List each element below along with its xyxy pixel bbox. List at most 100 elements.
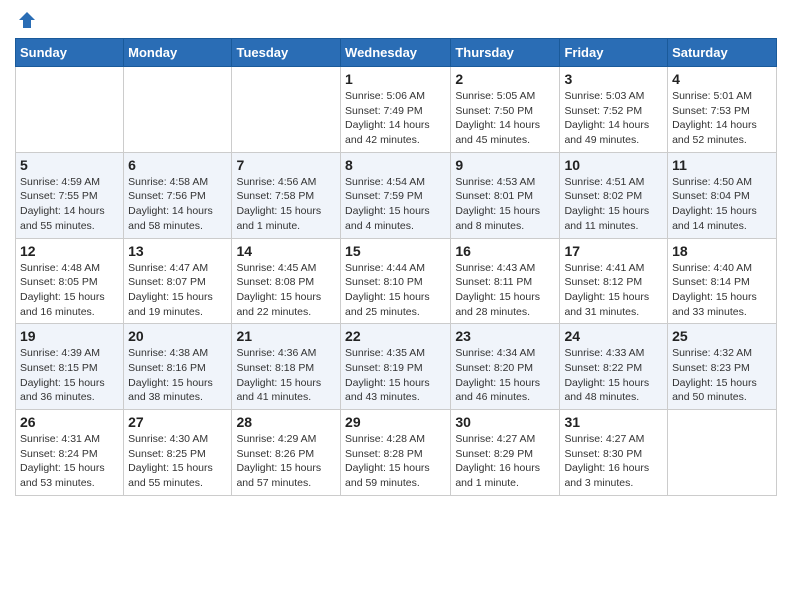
day-info: Sunrise: 5:01 AM Sunset: 7:53 PM Dayligh… (672, 89, 772, 148)
day-info: Sunrise: 4:38 AM Sunset: 8:16 PM Dayligh… (128, 346, 227, 405)
day-number: 11 (672, 157, 772, 173)
calendar-cell: 14Sunrise: 4:45 AM Sunset: 8:08 PM Dayli… (232, 238, 341, 324)
day-info: Sunrise: 4:27 AM Sunset: 8:30 PM Dayligh… (564, 432, 663, 491)
calendar-cell: 18 Sunrise: 4:40 AM Sunset: 8:14 PM Dayli… (668, 238, 777, 324)
day-number: 14 (236, 243, 336, 259)
calendar-cell (16, 67, 124, 153)
day-number: 10 (564, 157, 663, 173)
week-row-1: 5 Sunrise: 4:59 AM Sunset: 7:55 PM Daylig… (16, 152, 777, 238)
day-number: 16 (455, 243, 555, 259)
col-header-saturday: Saturday (668, 39, 777, 67)
day-info: Sunrise: 4:50 AM Sunset: 8:04 PM Dayligh… (672, 175, 772, 234)
calendar-body: 1 Sunrise: 5:06 AM Sunset: 7:49 PM Daylig… (16, 67, 777, 496)
col-header-wednesday: Wednesday (341, 39, 451, 67)
day-number: 29 (345, 414, 446, 430)
day-number: 9 (455, 157, 555, 173)
day-number: 17 (564, 243, 663, 259)
day-info: Sunrise: 4:58 AM Sunset: 7:56 PM Dayligh… (128, 175, 227, 234)
day-info: Sunrise: 4:48 AM Sunset: 8:05 PM Dayligh… (20, 261, 119, 320)
day-number: 1 (345, 71, 446, 87)
calendar-cell: 15 Sunrise: 4:44 AM Sunset: 8:10 PM Dayli… (341, 238, 451, 324)
header (15, 10, 777, 30)
calendar-cell: 12 Sunrise: 4:48 AM Sunset: 8:05 PM Dayli… (16, 238, 124, 324)
day-info: Sunrise: 4:44 AM Sunset: 8:10 PM Dayligh… (345, 261, 446, 320)
day-info: Sunrise: 4:54 AM Sunset: 7:59 PM Dayligh… (345, 175, 446, 234)
calendar-cell: 27 Sunrise: 4:30 AM Sunset: 8:25 PM Dayli… (124, 410, 232, 496)
day-number: 20 (128, 328, 227, 344)
day-info: Sunrise: 4:41 AM Sunset: 8:12 PM Dayligh… (564, 261, 663, 320)
col-header-sunday: Sunday (16, 39, 124, 67)
day-info: Sunrise: 4:29 AM Sunset: 8:26 PM Dayligh… (236, 432, 336, 491)
calendar-cell: 2 Sunrise: 5:05 AM Sunset: 7:50 PM Daylig… (451, 67, 560, 153)
calendar-cell: 16 Sunrise: 4:43 AM Sunset: 8:11 PM Dayli… (451, 238, 560, 324)
calendar-cell: 7 Sunrise: 4:56 AM Sunset: 7:58 PM Daylig… (232, 152, 341, 238)
day-number: 21 (236, 328, 336, 344)
calendar-header: SundayMondayTuesdayWednesdayThursdayFrid… (16, 39, 777, 67)
day-info: Sunrise: 4:51 AM Sunset: 8:02 PM Dayligh… (564, 175, 663, 234)
week-row-3: 19Sunrise: 4:39 AM Sunset: 8:15 PM Dayli… (16, 324, 777, 410)
calendar-cell: 1 Sunrise: 5:06 AM Sunset: 7:49 PM Daylig… (341, 67, 451, 153)
calendar-cell: 31 Sunrise: 4:27 AM Sunset: 8:30 PM Dayli… (560, 410, 668, 496)
day-info: Sunrise: 5:06 AM Sunset: 7:49 PM Dayligh… (345, 89, 446, 148)
day-info: Sunrise: 4:47 AM Sunset: 8:07 PM Dayligh… (128, 261, 227, 320)
calendar-cell: 4 Sunrise: 5:01 AM Sunset: 7:53 PM Daylig… (668, 67, 777, 153)
day-info: Sunrise: 4:35 AM Sunset: 8:19 PM Dayligh… (345, 346, 446, 405)
day-info: Sunrise: 4:31 AM Sunset: 8:24 PM Dayligh… (20, 432, 119, 491)
calendar-cell: 29 Sunrise: 4:28 AM Sunset: 8:28 PM Dayli… (341, 410, 451, 496)
day-info: Sunrise: 4:34 AM Sunset: 8:20 PM Dayligh… (455, 346, 555, 405)
day-info: Sunrise: 4:27 AM Sunset: 8:29 PM Dayligh… (455, 432, 555, 491)
calendar-cell: 8Sunrise: 4:54 AM Sunset: 7:59 PM Daylig… (341, 152, 451, 238)
logo-icon (17, 10, 37, 30)
calendar-cell: 30 Sunrise: 4:27 AM Sunset: 8:29 PM Dayli… (451, 410, 560, 496)
day-info: Sunrise: 4:30 AM Sunset: 8:25 PM Dayligh… (128, 432, 227, 491)
day-number: 23 (455, 328, 555, 344)
day-info: Sunrise: 4:53 AM Sunset: 8:01 PM Dayligh… (455, 175, 555, 234)
day-number: 12 (20, 243, 119, 259)
calendar-cell: 11 Sunrise: 4:50 AM Sunset: 8:04 PM Dayli… (668, 152, 777, 238)
calendar-cell: 6Sunrise: 4:58 AM Sunset: 7:56 PM Daylig… (124, 152, 232, 238)
calendar-cell: 22 Sunrise: 4:35 AM Sunset: 8:19 PM Dayli… (341, 324, 451, 410)
calendar-cell: 20 Sunrise: 4:38 AM Sunset: 8:16 PM Dayli… (124, 324, 232, 410)
page: SundayMondayTuesdayWednesdayThursdayFrid… (0, 0, 792, 612)
day-number: 3 (564, 71, 663, 87)
calendar-cell (232, 67, 341, 153)
day-number: 31 (564, 414, 663, 430)
header-row: SundayMondayTuesdayWednesdayThursdayFrid… (16, 39, 777, 67)
week-row-4: 26Sunrise: 4:31 AM Sunset: 8:24 PM Dayli… (16, 410, 777, 496)
week-row-2: 12 Sunrise: 4:48 AM Sunset: 8:05 PM Dayli… (16, 238, 777, 324)
calendar-cell: 24Sunrise: 4:33 AM Sunset: 8:22 PM Dayli… (560, 324, 668, 410)
day-number: 5 (20, 157, 119, 173)
day-info: Sunrise: 4:43 AM Sunset: 8:11 PM Dayligh… (455, 261, 555, 320)
calendar-cell (668, 410, 777, 496)
day-info: Sunrise: 4:36 AM Sunset: 8:18 PM Dayligh… (236, 346, 336, 405)
calendar-cell: 26Sunrise: 4:31 AM Sunset: 8:24 PM Dayli… (16, 410, 124, 496)
calendar-cell: 28Sunrise: 4:29 AM Sunset: 8:26 PM Dayli… (232, 410, 341, 496)
day-info: Sunrise: 5:05 AM Sunset: 7:50 PM Dayligh… (455, 89, 555, 148)
day-number: 18 (672, 243, 772, 259)
calendar: SundayMondayTuesdayWednesdayThursdayFrid… (15, 38, 777, 496)
day-info: Sunrise: 4:32 AM Sunset: 8:23 PM Dayligh… (672, 346, 772, 405)
day-info: Sunrise: 5:03 AM Sunset: 7:52 PM Dayligh… (564, 89, 663, 148)
calendar-cell: 9 Sunrise: 4:53 AM Sunset: 8:01 PM Daylig… (451, 152, 560, 238)
day-info: Sunrise: 4:28 AM Sunset: 8:28 PM Dayligh… (345, 432, 446, 491)
day-number: 7 (236, 157, 336, 173)
day-info: Sunrise: 4:40 AM Sunset: 8:14 PM Dayligh… (672, 261, 772, 320)
col-header-friday: Friday (560, 39, 668, 67)
calendar-cell: 23 Sunrise: 4:34 AM Sunset: 8:20 PM Dayli… (451, 324, 560, 410)
day-number: 27 (128, 414, 227, 430)
day-info: Sunrise: 4:56 AM Sunset: 7:58 PM Dayligh… (236, 175, 336, 234)
day-number: 2 (455, 71, 555, 87)
day-number: 22 (345, 328, 446, 344)
col-header-tuesday: Tuesday (232, 39, 341, 67)
calendar-cell (124, 67, 232, 153)
col-header-thursday: Thursday (451, 39, 560, 67)
logo (15, 10, 37, 30)
day-number: 25 (672, 328, 772, 344)
calendar-cell: 25 Sunrise: 4:32 AM Sunset: 8:23 PM Dayli… (668, 324, 777, 410)
calendar-cell: 13Sunrise: 4:47 AM Sunset: 8:07 PM Dayli… (124, 238, 232, 324)
day-number: 15 (345, 243, 446, 259)
day-number: 30 (455, 414, 555, 430)
day-number: 4 (672, 71, 772, 87)
day-info: Sunrise: 4:59 AM Sunset: 7:55 PM Dayligh… (20, 175, 119, 234)
day-number: 19 (20, 328, 119, 344)
